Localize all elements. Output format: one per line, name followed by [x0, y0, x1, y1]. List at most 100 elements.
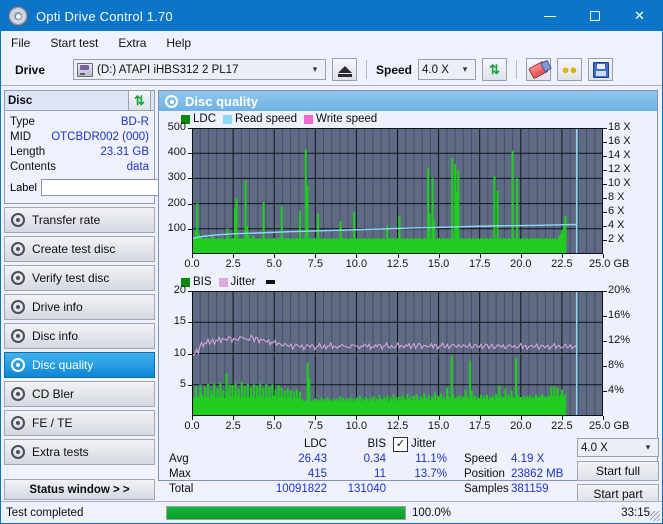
y2-tick	[603, 316, 607, 317]
y2-tick	[603, 226, 607, 227]
drive-select[interactable]: (D:) ATAPI iHBS312 2 PL17 ▾	[73, 59, 326, 80]
maximize-button[interactable]	[572, 1, 617, 31]
right-pane: Disc quality LDC Read speed Write speed	[158, 86, 662, 504]
x-tick-label: 17.5	[468, 420, 491, 432]
disc-panel-header: Disc ⇅	[5, 90, 154, 111]
title-bar: Opti Drive Control 1.70 ✕	[1, 1, 662, 31]
stats-header-ldc: LDC	[303, 438, 327, 450]
x-tick	[274, 416, 276, 420]
jitter-checkbox[interactable]: ✓	[393, 437, 408, 452]
coins-button[interactable]: ●●	[557, 58, 583, 81]
test-speed-select[interactable]: 4.0 X ▾	[577, 438, 659, 457]
samples-stat-key: Samples	[464, 483, 509, 495]
menu-item-start-test[interactable]: Start test	[50, 36, 98, 50]
menu-item-extra[interactable]: Extra	[118, 36, 146, 50]
x-tick	[438, 254, 440, 258]
y-tick-label: 200	[167, 196, 186, 209]
legend-item-write-speed: Write speed	[304, 113, 377, 125]
disc-icon	[11, 213, 25, 227]
jitter-label: Jitter	[411, 438, 436, 450]
stats-header-bis: BIS	[367, 438, 386, 450]
y2-tick-label: 16 X	[608, 135, 631, 147]
x-tick	[315, 254, 317, 258]
eject-button[interactable]	[332, 58, 357, 81]
x-tick	[438, 416, 440, 420]
save-button[interactable]	[588, 58, 614, 81]
test-speed-value: 4.0 X	[581, 441, 608, 454]
sidebar-item-transfer-rate[interactable]: Transfer rate	[4, 207, 155, 233]
speed-select[interactable]: 4.0 X ▾	[418, 59, 477, 80]
stats-row-avg-bis: 0.34	[363, 453, 386, 465]
samples-stat-value: 381159	[511, 483, 549, 495]
y2-tick	[603, 142, 607, 143]
y-tick	[188, 203, 192, 205]
y2-tick-label: 14 X	[608, 149, 631, 161]
y2-tick	[603, 212, 607, 213]
disc-row-contents: Contents data	[10, 159, 149, 174]
stats-row-total-bis: 131040	[347, 483, 386, 495]
start-full-button[interactable]: Start full	[577, 461, 659, 481]
disc-icon	[11, 358, 25, 372]
toolbar: Drive (D:) ATAPI iHBS312 2 PL17 ▾ Speed …	[1, 54, 662, 86]
legend-label-read-speed: Read speed	[235, 113, 298, 125]
speed-label: Speed	[376, 62, 413, 77]
x-tick	[192, 254, 193, 258]
sidebar-item-disc-quality[interactable]: Disc quality	[4, 352, 155, 378]
x-tick	[520, 416, 522, 420]
speed-stat-key: Speed	[464, 453, 498, 465]
sidebar-item-create-test-disc[interactable]: Create test disc	[4, 236, 155, 262]
sidebar-item-disc-info[interactable]: Disc info	[4, 323, 155, 349]
x-tick-label: 20.0	[510, 420, 532, 432]
y2-tick	[603, 366, 607, 367]
disc-icon	[11, 445, 25, 459]
resize-grip-icon[interactable]	[650, 511, 660, 521]
x-tick-label: 12.5	[386, 258, 409, 270]
disc-row-mid-key: MID	[10, 130, 32, 143]
disc-row-type-value: BD-R	[120, 115, 149, 128]
y-tick	[188, 228, 192, 230]
legend-swatch-write-speed	[304, 114, 314, 124]
y-tick	[188, 384, 192, 386]
close-button[interactable]: ✕	[617, 1, 662, 31]
y2-tick	[603, 128, 607, 129]
chevron-down-icon: ▾	[312, 64, 318, 74]
minimize-button[interactable]	[527, 1, 572, 31]
x-tick	[603, 254, 604, 258]
x-tick-label: 5.0	[266, 258, 282, 270]
speed-stat-value: 4.19 X	[511, 453, 545, 465]
drive-icon	[77, 62, 93, 77]
y2-tick	[603, 240, 607, 241]
y2-tick	[603, 341, 607, 342]
black-marker-icon	[266, 280, 276, 284]
sidebar-item-drive-info[interactable]: Drive info	[4, 294, 155, 320]
x-tick-label: 5.0	[266, 420, 282, 432]
position-stat-key: Position	[464, 468, 505, 480]
sidebar-item-cd-bler[interactable]: CD Bler	[4, 381, 155, 407]
erase-button[interactable]	[526, 58, 552, 81]
x-tick-label: 20.0	[510, 258, 532, 270]
bis-jitter-chart[interactable]: 5 10 15 20 4% 8% 12% 16% 20% 0.0 2.5 5.0 7.5 10.0 12.5…	[159, 284, 657, 436]
disc-refresh-button[interactable]: ⇅	[128, 90, 151, 111]
sidebar-item-label: FE / TE	[32, 416, 73, 430]
menu-item-help[interactable]: Help	[166, 36, 191, 50]
stats-row-max-key: Max	[169, 468, 191, 480]
ldc-chart[interactable]: 100 200 300 400 500 2 X 4 X 6 X 8 X 10 X 12 X 14 X 1…	[159, 121, 657, 274]
y-tick-label: 400	[167, 146, 186, 159]
sidebar-item-verify-test-disc[interactable]: Verify test disc	[4, 265, 155, 291]
check-icon: ✓	[395, 438, 406, 450]
y2-tick-label: 10 X	[608, 177, 631, 189]
content-area: Disc ⇅ Type BD-R MID OTCBDR002 (000) Len…	[1, 86, 662, 504]
menu-item-file[interactable]: File	[11, 36, 30, 50]
app-disc-icon	[8, 6, 28, 26]
sidebar-item-fe-te[interactable]: FE / TE	[4, 410, 155, 436]
y-tick-label: 15	[173, 315, 186, 328]
sidebar-item-label: Disc quality	[32, 358, 94, 372]
jitter-avg-value: 11.1%	[415, 453, 447, 465]
ldc-chart-legend: LDC Read speed Write speed	[159, 111, 657, 126]
drive-label: Drive	[15, 62, 46, 77]
refresh-button[interactable]: ⇅	[482, 58, 508, 81]
disc-quality-icon	[165, 94, 178, 108]
status-window-button[interactable]: Status window > >	[4, 479, 155, 500]
sidebar-item-extra-tests[interactable]: Extra tests	[4, 439, 155, 465]
sidebar-item-label: CD Bler	[32, 387, 75, 401]
